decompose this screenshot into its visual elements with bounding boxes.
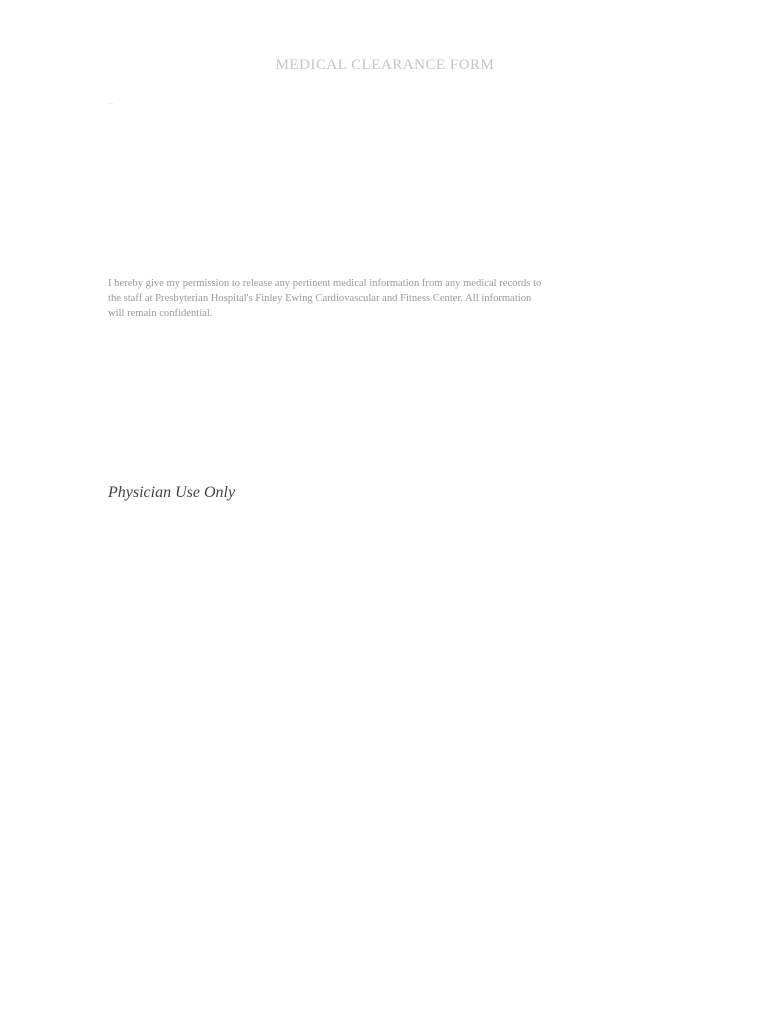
consent-line-2: the staff at Presbyterian Hospital's Fin… [108,293,532,305]
consent-paragraph: I hereby give my permission to release a… [108,276,664,322]
intro-paragraph: – [108,98,114,109]
physician-use-heading: Physician Use Only [108,484,236,501]
document-page: MEDICAL CLEARANCE FORM – I hereby give m… [0,0,770,1024]
consent-line-3: will remain confidential. [108,308,213,320]
consent-line-1: I hereby give my permission to release a… [108,278,542,289]
form-title: MEDICAL CLEARANCE FORM [275,57,495,73]
